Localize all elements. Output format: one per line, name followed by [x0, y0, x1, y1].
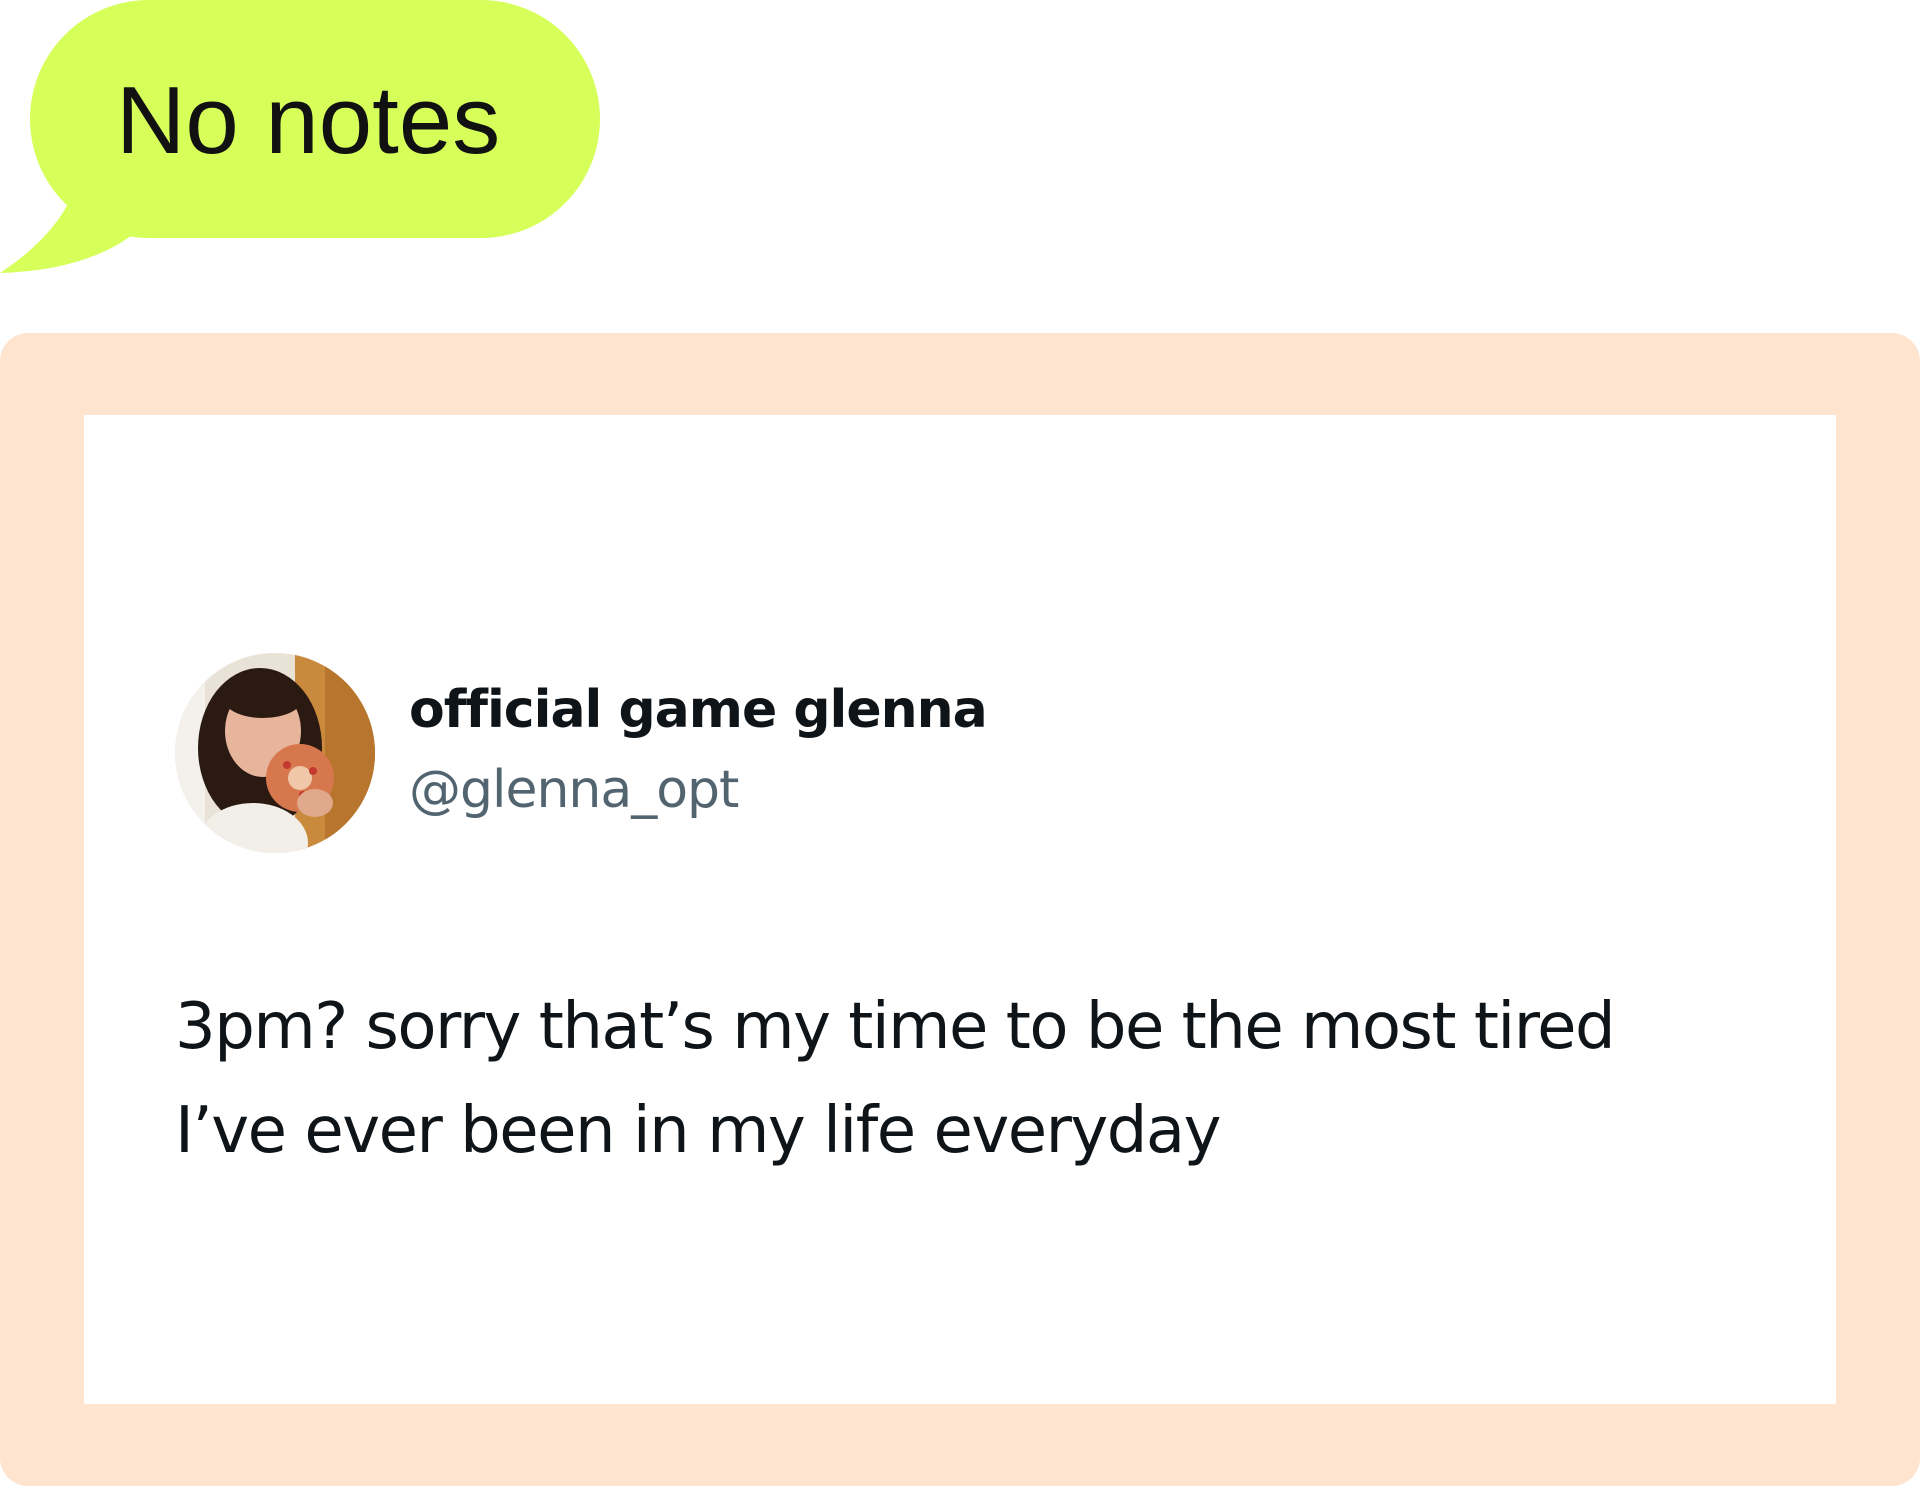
- avatar[interactable]: [175, 653, 375, 853]
- profile-photo-avatar: [175, 653, 375, 853]
- tweet-text-line: I’ve ever been in my life everyday: [175, 1094, 1221, 1168]
- tweet-frame: official game glenna @glenna_opt 3pm? so…: [0, 333, 1920, 1486]
- tweet-text-line: 3pm? sorry that’s my time to be the most…: [175, 990, 1616, 1064]
- speech-bubble-text: No notes: [116, 67, 501, 174]
- tweet-text: 3pm? sorry that’s my time to be the most…: [175, 975, 1775, 1183]
- user-handle[interactable]: @glenna_opt: [409, 758, 739, 822]
- display-name[interactable]: official game glenna: [409, 678, 988, 742]
- tweet-card: official game glenna @glenna_opt 3pm? so…: [84, 415, 1836, 1404]
